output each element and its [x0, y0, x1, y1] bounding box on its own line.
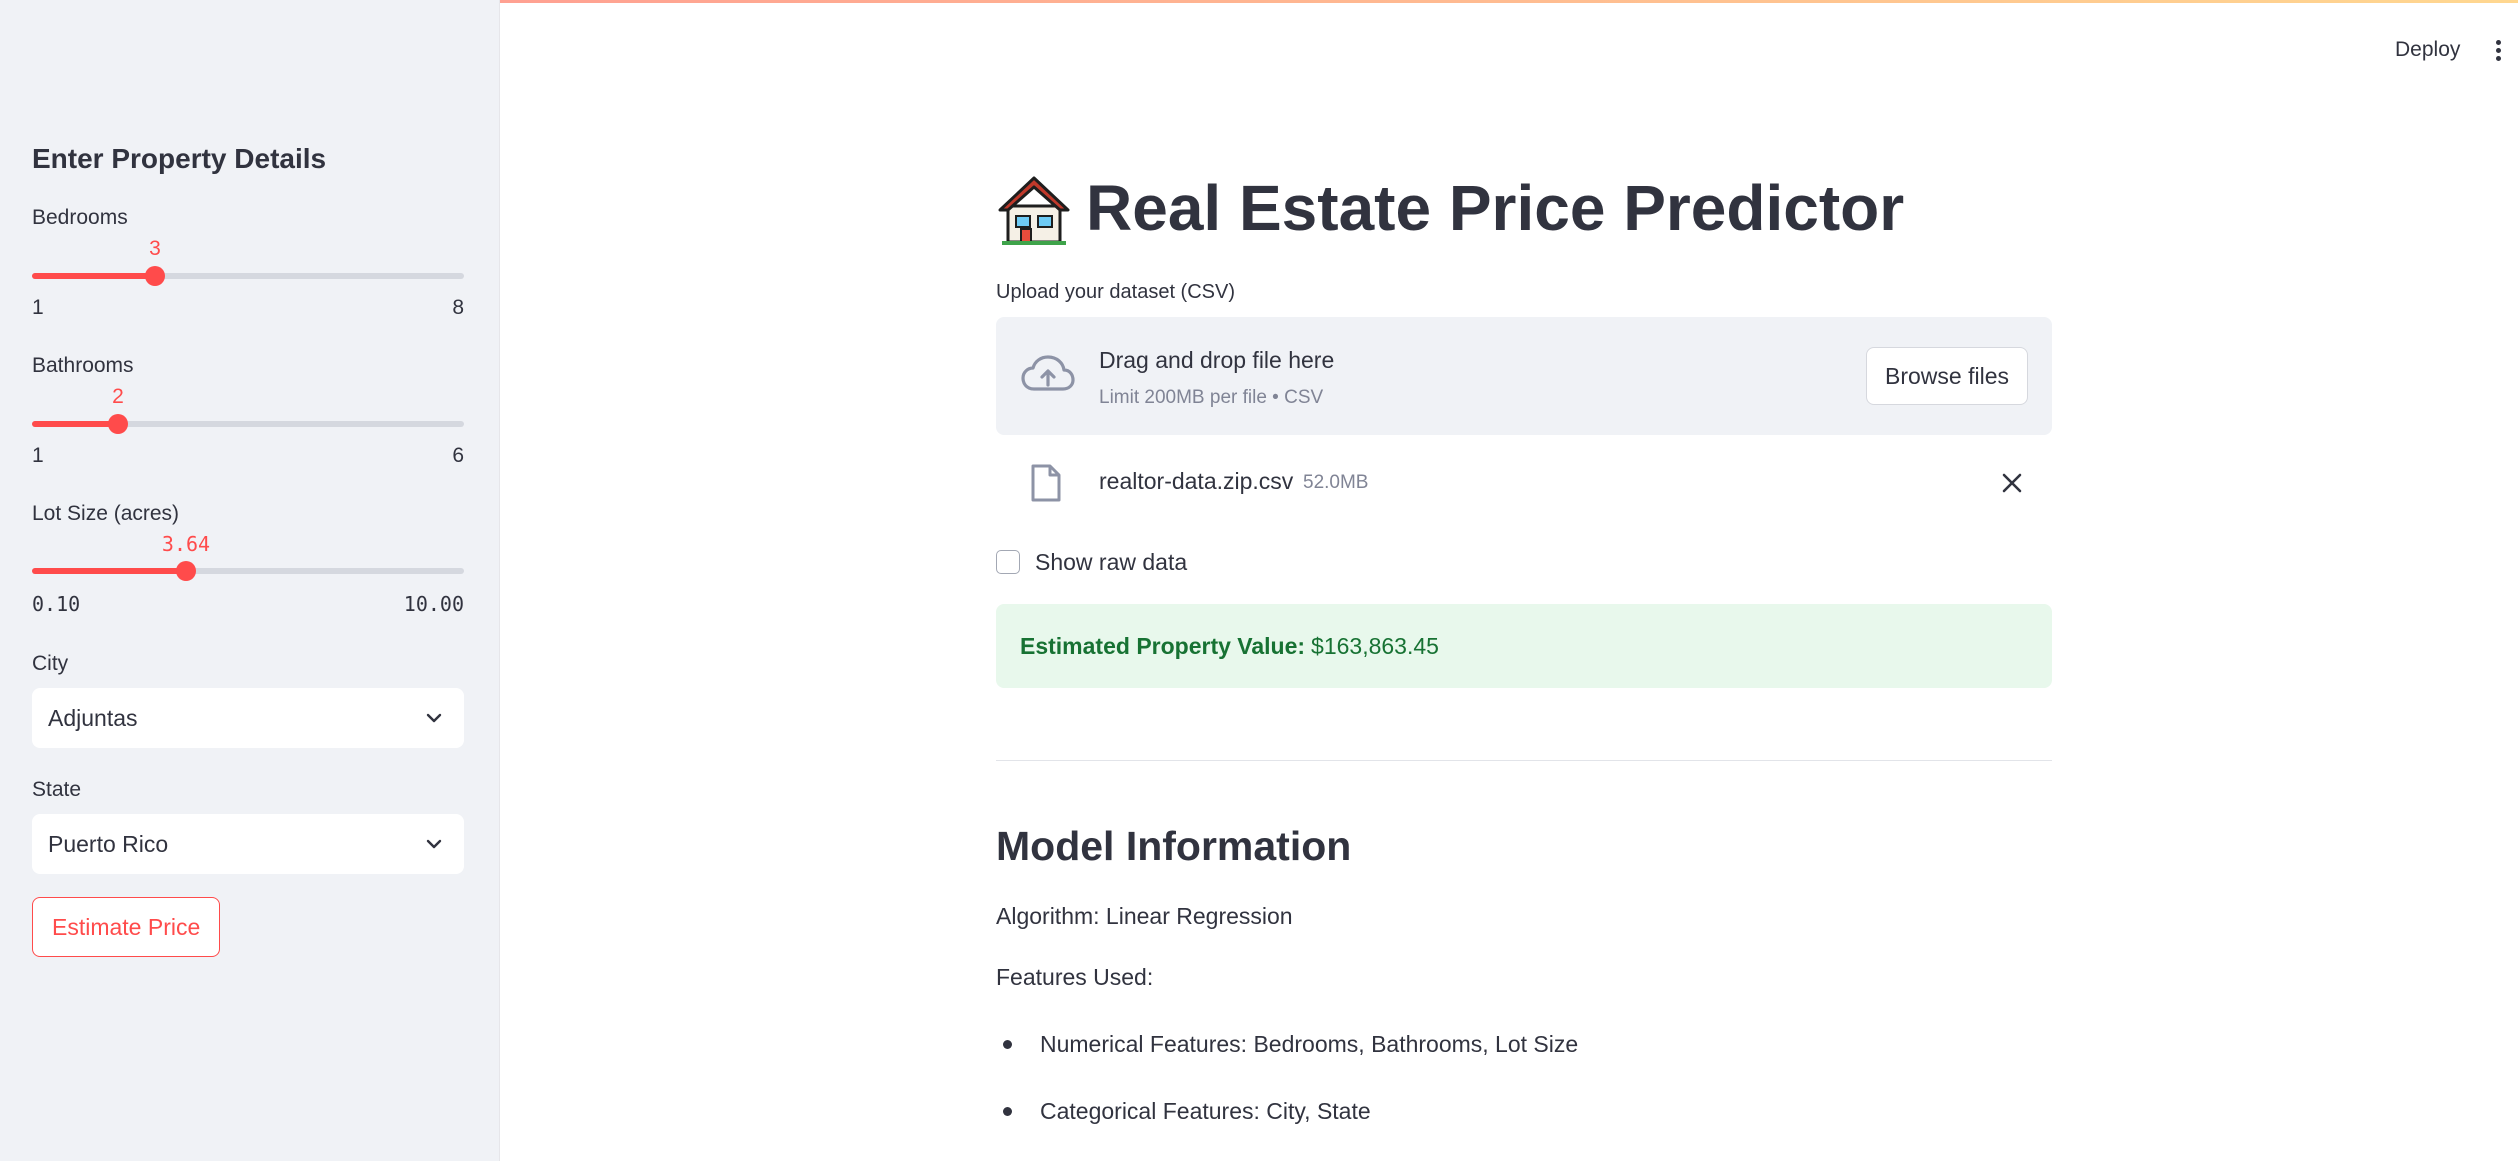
slider-thumb[interactable]: [108, 414, 128, 434]
house-emoji-icon: [998, 176, 1070, 245]
bathrooms-range: 1 6: [32, 444, 464, 468]
dropzone-limit: Limit 200MB per file • CSV: [1099, 387, 1324, 408]
uploaded-file-name: realtor-data.zip.csv: [1099, 468, 1294, 494]
lot-size-max: 10.00: [403, 592, 464, 616]
estimate-result-value: $163,863.45: [1311, 632, 1439, 659]
bathrooms-min: 1: [32, 444, 44, 467]
slider-value: 3.64: [161, 532, 211, 556]
list-item: Categorical Features: City, State: [1003, 1098, 1371, 1125]
uploaded-file-size: 52.0MB: [1303, 472, 1369, 493]
file-icon: [1031, 464, 1061, 502]
estimate-price-button[interactable]: Estimate Price: [32, 897, 221, 957]
algorithm-text: Algorithm: Linear Regression: [996, 903, 1293, 929]
slider-fill: [32, 421, 118, 427]
list-item: Numerical Features: Bedrooms, Bathrooms,…: [1003, 1031, 1578, 1058]
bathrooms-max: 6: [452, 444, 464, 467]
show-raw-data-label[interactable]: Show raw data: [1035, 549, 1187, 576]
state-select[interactable]: Puerto Rico: [32, 814, 464, 874]
bathrooms-slider[interactable]: 2: [32, 385, 464, 443]
lot-size-range: 0.10 10.00: [32, 592, 464, 616]
lot-size-min: 0.10: [32, 592, 81, 616]
cloud-upload-icon: [1021, 355, 1075, 391]
bathrooms-label: Bathrooms: [32, 354, 134, 377]
model-info-heading: Model Information: [996, 823, 1352, 869]
sidebar: Enter Property Details Bedrooms 3 1 8 Ba…: [0, 0, 500, 1161]
city-select[interactable]: Adjuntas: [32, 688, 464, 748]
estimate-result-alert: Estimated Property Value: $163,863.45: [996, 604, 2052, 688]
bullet: [1003, 1040, 1012, 1049]
dropzone-title: Drag and drop file here: [1099, 347, 1335, 373]
city-label: City: [32, 652, 69, 675]
features-heading: Features Used:: [996, 964, 1154, 990]
estimate-result-label: Estimated Property Value:: [1020, 632, 1306, 659]
kebab-menu-icon[interactable]: [2494, 40, 2502, 64]
city-selected-value: Adjuntas: [48, 704, 138, 731]
state-selected-value: Puerto Rico: [48, 830, 169, 857]
lot-size-label: Lot Size (acres): [32, 502, 180, 525]
bedrooms-max: 8: [452, 296, 464, 319]
bedrooms-label: Bedrooms: [32, 206, 128, 229]
deploy-button[interactable]: Deploy: [2395, 38, 2460, 62]
slider-thumb[interactable]: [145, 266, 165, 286]
show-raw-data-checkbox[interactable]: [996, 550, 1020, 574]
chevron-down-icon: [426, 713, 442, 723]
feature-text: Numerical Features: Bedrooms, Bathrooms,…: [1040, 1031, 1579, 1057]
slider-fill: [32, 273, 155, 279]
slider-value: 3: [149, 237, 161, 260]
file-dropzone[interactable]: Drag and drop file here Limit 200MB per …: [996, 317, 2052, 435]
sidebar-title: Enter Property Details: [32, 143, 327, 174]
chevron-down-icon: [426, 839, 442, 849]
page-title-text: Real Estate Price Predictor: [1086, 172, 1905, 244]
state-label: State: [32, 778, 82, 801]
slider-fill: [32, 568, 186, 574]
lot-size-slider[interactable]: 3.64: [32, 532, 464, 590]
close-icon[interactable]: [2001, 472, 2023, 494]
bedrooms-slider[interactable]: 3: [32, 237, 464, 295]
slider-value: 2: [112, 385, 124, 408]
feature-text: Categorical Features: City, State: [1040, 1098, 1371, 1124]
page-title: Real Estate Price Predictor: [996, 170, 1904, 246]
browse-files-button[interactable]: Browse files: [1866, 347, 2028, 405]
bullet: [1003, 1107, 1012, 1116]
upload-label: Upload your dataset (CSV): [996, 281, 1236, 303]
bedrooms-range: 1 8: [32, 296, 464, 320]
divider: [996, 760, 2052, 761]
bedrooms-min: 1: [32, 296, 44, 319]
slider-thumb[interactable]: [176, 561, 196, 581]
